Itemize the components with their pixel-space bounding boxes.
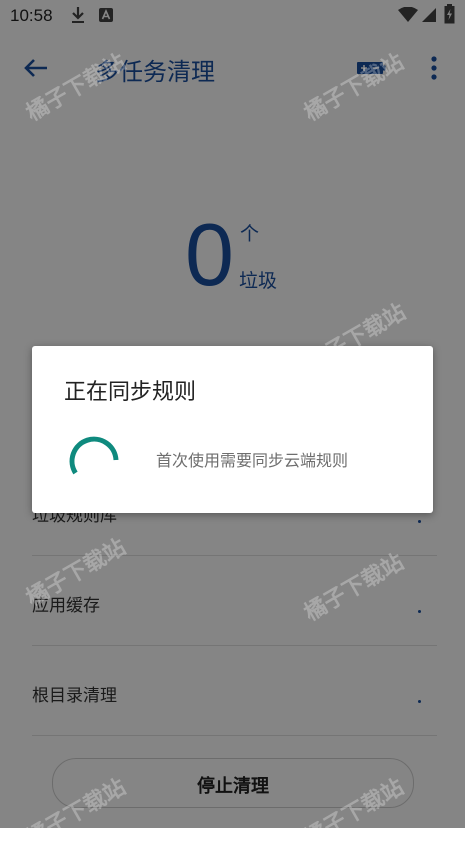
dialog-message: 首次使用需要同步云端规则	[156, 451, 349, 470]
sync-rules-dialog: 正在同步规则 首次使用需要同步云端规则	[32, 346, 433, 513]
dialog-title: 正在同步规则	[64, 380, 197, 405]
loading-spinner-icon	[69, 436, 119, 475]
